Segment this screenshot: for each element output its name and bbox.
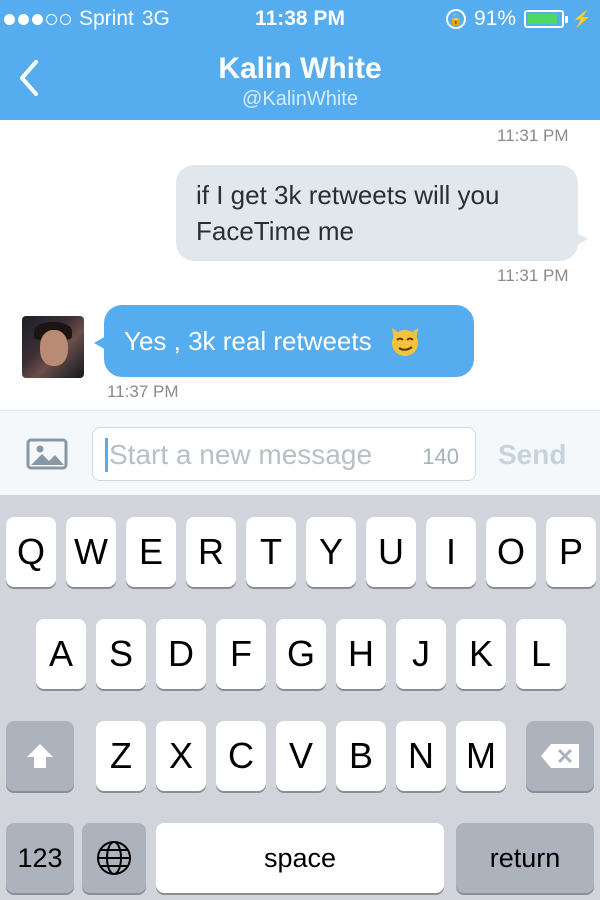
key-y[interactable]: Y [306,517,356,587]
space-key[interactable]: space [156,823,444,893]
outgoing-message-bubble[interactable]: if I get 3k retweets will you FaceTime m… [176,165,588,261]
shift-arrow-icon [27,744,53,768]
key-n[interactable]: N [396,721,446,791]
key-u[interactable]: U [366,517,416,587]
key-r[interactable]: R [186,517,236,587]
compose-bar: Start a new message 140 Send [0,410,600,495]
charging-bolt-icon: ⚡ [572,11,592,28]
key-g[interactable]: G [276,619,326,689]
key-s[interactable]: S [96,619,146,689]
key-o[interactable]: O [486,517,536,587]
conversation-handle: @KalinWhite [242,88,358,110]
key-k[interactable]: K [456,619,506,689]
battery-icon [524,10,569,28]
key-m[interactable]: M [456,721,506,791]
incoming-message-bubble[interactable]: Yes , 3k real retweets [94,305,474,377]
key-z[interactable]: Z [96,721,146,791]
message-text-line: if I get 3k retweets will you [196,180,500,210]
message-timestamp: 11:31 PM [497,266,569,285]
delete-key[interactable] [526,721,594,791]
globe-key[interactable] [82,823,146,893]
numbers-key[interactable]: 123 [6,823,74,893]
key-l[interactable]: L [516,619,566,689]
key-j[interactable]: J [396,619,446,689]
text-cursor [105,438,108,472]
keyboard: Q W E R T Y U I O P A S D F G H J K L Z … [0,495,600,900]
message-input[interactable]: Start a new message 140 [92,427,476,481]
globe-icon [97,841,131,875]
add-photo-icon[interactable] [26,438,68,470]
send-button[interactable]: Send [498,439,566,471]
key-p[interactable]: P [546,517,596,587]
key-e[interactable]: E [126,517,176,587]
return-key[interactable]: return [456,823,594,893]
key-h[interactable]: H [336,619,386,689]
message-timestamp: 11:37 PM [107,382,179,401]
status-bar: Sprint 3G 11:38 PM 🔒 91% ⚡ [0,0,600,38]
key-a[interactable]: A [36,619,86,689]
top-bar: Sprint 3G 11:38 PM 🔒 91% ⚡ Kalin White @… [0,0,600,120]
message-placeholder: Start a new message [109,439,373,470]
key-c[interactable]: C [216,721,266,791]
avatar[interactable] [22,316,84,378]
key-t[interactable]: T [246,517,296,587]
key-f[interactable]: F [216,619,266,689]
key-q[interactable]: Q [6,517,56,587]
key-v[interactable]: V [276,721,326,791]
smirking-cat-emoji-icon [391,328,418,356]
key-d[interactable]: D [156,619,206,689]
conversation-title: Kalin White [218,52,382,85]
message-thread[interactable]: 11:31 PM if I get 3k retweets will you F… [0,120,600,410]
status-right: 🔒 91% ⚡ [446,7,592,31]
message-text-line: FaceTime me [196,216,354,246]
battery-fill [528,14,558,24]
key-w[interactable]: W [66,517,116,587]
key-x[interactable]: X [156,721,206,791]
message-timestamp: 11:31 PM [497,126,569,145]
shift-key[interactable] [6,721,74,791]
backspace-icon [541,744,579,768]
rotation-lock-icon: 🔒 [446,9,467,29]
message-text: Yes , 3k real retweets [124,325,372,356]
key-i[interactable]: I [426,517,476,587]
battery-percent: 91% [474,7,517,30]
key-b[interactable]: B [336,721,386,791]
character-counter: 140 [422,444,459,469]
